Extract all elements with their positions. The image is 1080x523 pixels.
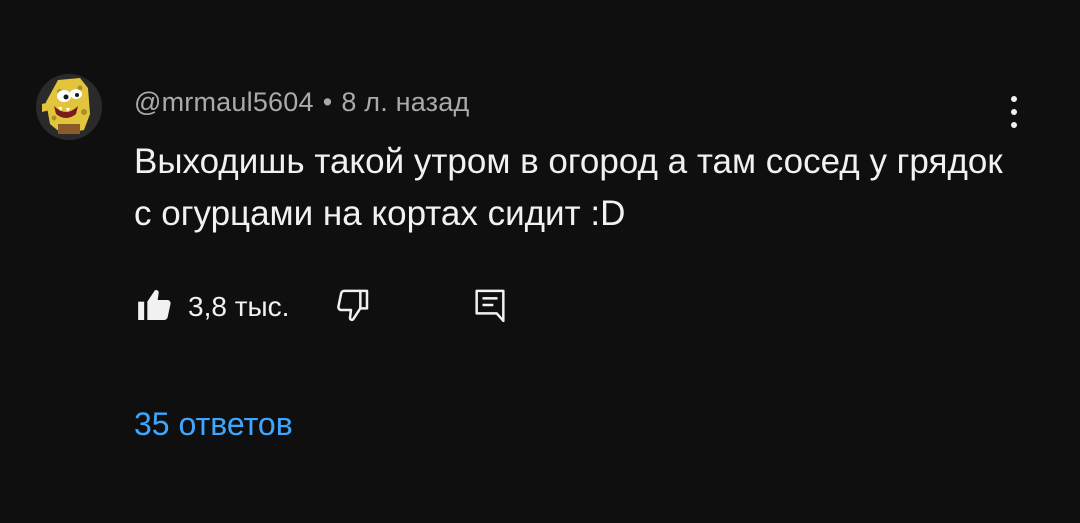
vertical-dots-icon [1011, 96, 1017, 128]
author-name[interactable]: @mrmaul5604 [134, 87, 314, 117]
avatar[interactable] [36, 74, 102, 140]
reply-button[interactable] [460, 278, 520, 332]
dislike-button[interactable] [322, 278, 382, 332]
thumbs-down-icon [337, 289, 369, 322]
caveman-spongebob-avatar-image [36, 74, 102, 140]
comment-timestamp[interactable]: 8 л. назад [341, 87, 469, 117]
thumbs-up-icon [138, 289, 171, 320]
comment-meta: @mrmaul5604 • 8 л. назад [134, 84, 469, 120]
like-count: 3,8 тыс. [188, 291, 290, 322]
like-button[interactable] [124, 278, 184, 332]
comment-actions: 3,8 тыс. [0, 278, 1080, 332]
view-replies-link[interactable]: 35 ответов [134, 402, 293, 446]
meta-separator: • [322, 87, 333, 117]
comment-text: Выходишь такой утром в огород а там сосе… [134, 142, 1003, 233]
reply-comment-icon [475, 289, 505, 323]
comment-menu-button[interactable] [996, 88, 1032, 136]
